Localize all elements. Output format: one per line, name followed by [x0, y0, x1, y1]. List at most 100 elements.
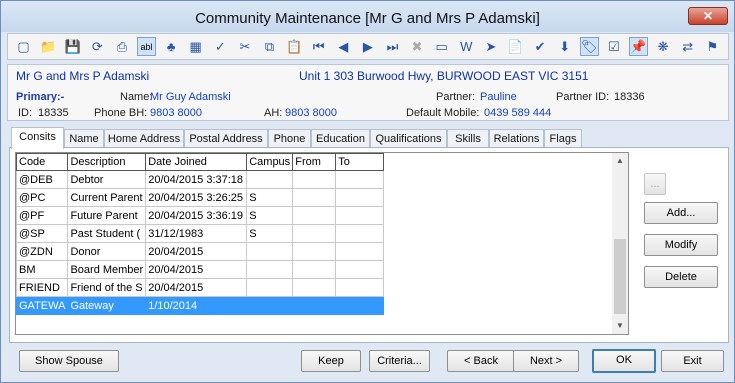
back-button[interactable]: < Back — [447, 350, 515, 372]
keep-button[interactable]: Keep — [301, 350, 361, 372]
tab-phone[interactable]: Phone — [268, 129, 311, 148]
tab-home-address[interactable]: Home Address — [104, 129, 184, 148]
last-record-icon[interactable]: ⏭ — [383, 37, 402, 56]
table-cell: Past Student ( — [67, 224, 147, 243]
forward-icon[interactable]: ➤ — [481, 37, 500, 56]
table-row[interactable]: @SP Past Student (31/12/1983 S — [16, 224, 385, 243]
tree-icon[interactable]: ♣ — [162, 37, 181, 56]
calculator-icon[interactable]: ▦ — [186, 37, 205, 56]
table-cell — [292, 170, 337, 189]
group-swap-icon[interactable]: ⇄ — [678, 37, 697, 56]
paste-icon[interactable]: 📋 — [285, 37, 304, 56]
table-row[interactable]: BM Board Member 20/04/2015 — [16, 260, 385, 279]
copy-icon[interactable]: ⧉ — [260, 37, 279, 56]
table-cell — [292, 242, 337, 261]
contact-name: Mr G and Mrs P Adamski — [16, 69, 150, 83]
tab-consits[interactable]: Consits — [11, 127, 64, 149]
scroll-thumb[interactable] — [614, 239, 626, 314]
table-row[interactable]: @ZDN Donor 20/04/2015 — [16, 242, 385, 261]
tab-education[interactable]: Education — [311, 129, 370, 148]
table-row[interactable]: FRIEND Friend of the S 20/04/2015 — [16, 278, 385, 297]
scroll-down-icon[interactable]: ▼ — [612, 318, 628, 334]
exit-button[interactable]: Exit — [661, 350, 724, 372]
ellipsis-button[interactable]: ... — [644, 173, 666, 195]
toolbar: ▢ 📁 💾 ⟳ ⎙ abl ♣ ▦ ✓ ✂ ⧉ 📋 ⏮ ◀ ▶ ⏭ ✖ ▭ W ➤ 📄 ✔ ⬇ 🏷 ☑ 📌 ❋ ⇄ ⚑ — [7, 33, 729, 60]
table-row[interactable]: @PF Future Parent 20/04/2015 3:36:19 S — [16, 206, 385, 225]
table-cell — [335, 296, 385, 315]
table-cell — [335, 188, 385, 207]
vertical-scrollbar[interactable]: ▲ ▼ — [612, 153, 628, 334]
previous-record-icon[interactable]: ◀ — [334, 37, 353, 56]
table-row[interactable]: GATEWA Gateway 1/10/2014 — [16, 296, 385, 315]
table-cell — [335, 206, 385, 225]
ah-label: AH: — [264, 107, 283, 119]
table-cell: 20/04/2015 — [145, 260, 248, 279]
table-cell — [292, 296, 337, 315]
table-cell: BM — [16, 260, 69, 279]
spellcheck-icon[interactable]: ✓ — [211, 37, 230, 56]
default-mobile-label: Default Mobile: — [406, 107, 480, 119]
name-value: Mr Guy Adamski — [150, 91, 231, 103]
word-document-icon[interactable]: W — [457, 37, 476, 56]
criteria-button[interactable]: Criteria... — [369, 350, 430, 372]
save-icon[interactable]: 💾 — [63, 37, 82, 56]
scroll-up-icon[interactable]: ▲ — [612, 153, 628, 169]
table-row[interactable]: @DEB Debtor 20/04/2015 3:37:18 — [16, 170, 385, 189]
add-button[interactable]: Add... — [644, 202, 718, 224]
next-record-icon[interactable]: ▶ — [358, 37, 377, 56]
table-cell — [246, 296, 294, 315]
phone-bh-value: 9803 8000 — [150, 107, 202, 119]
tab-relations[interactable]: Relations — [489, 129, 544, 148]
table-cell: Donor — [67, 242, 147, 261]
print-icon[interactable]: ⎙ — [112, 37, 131, 56]
table-cell: 1/10/2014 — [145, 296, 248, 315]
card-icon[interactable]: ▭ — [432, 37, 451, 56]
tab-flags[interactable]: Flags — [544, 129, 582, 148]
new-icon[interactable]: ▢ — [14, 37, 33, 56]
table-cell — [335, 278, 385, 297]
delete-button[interactable]: Delete — [644, 266, 718, 288]
show-spouse-button[interactable]: Show Spouse — [19, 350, 119, 372]
column-header-code[interactable]: Code — [16, 153, 69, 171]
table-cell: Current Parent — [67, 188, 147, 207]
pin-icon[interactable]: 📌 — [629, 37, 648, 56]
table-cell: Friend of the S — [67, 278, 147, 297]
cut-icon[interactable]: ✂ — [235, 37, 254, 56]
tab-postal-address[interactable]: Postal Address — [184, 129, 268, 148]
table-cell — [292, 188, 337, 207]
table-cell: Debtor — [67, 170, 147, 189]
tag-icon[interactable]: 🏷 — [579, 37, 599, 56]
contact-address: Unit 1 303 Burwood Hwy, BURWOOD EAST VIC… — [299, 69, 589, 83]
abl-icon[interactable]: abl — [137, 37, 156, 56]
tab-qualifications[interactable]: Qualifications — [370, 129, 447, 148]
stamp-icon[interactable]: ✔ — [531, 37, 550, 56]
refresh-icon[interactable]: ⟳ — [88, 37, 107, 56]
group-icon[interactable]: ❋ — [654, 37, 673, 56]
download-icon[interactable]: ⬇ — [555, 37, 574, 56]
open-folder-icon[interactable]: 📁 — [39, 37, 58, 56]
checklist-icon[interactable]: ☑ — [604, 37, 623, 56]
tab-name[interactable]: Name — [64, 129, 104, 148]
consits-panel: Code Description Date Joined Campus From To @… — [9, 147, 729, 343]
table-row[interactable]: @PC Current Parent 20/04/2015 3:26:25 S — [16, 188, 385, 207]
column-header-to[interactable]: To — [335, 153, 385, 171]
consits-grid: Code Description Date Joined Campus From To @… — [15, 152, 629, 335]
flag-icon[interactable]: ⚑ — [703, 37, 722, 56]
close-window-button[interactable]: ✕ — [688, 7, 728, 25]
column-header-description[interactable]: Description — [67, 153, 147, 171]
column-header-from[interactable]: From — [292, 153, 337, 171]
consits-table: Code Description Date Joined Campus From To @… — [16, 153, 385, 315]
column-header-campus[interactable]: Campus — [246, 153, 294, 171]
table-cell — [292, 278, 337, 297]
column-header-date-joined[interactable]: Date Joined — [145, 153, 248, 171]
next-button[interactable]: Next > — [513, 350, 579, 372]
modify-button[interactable]: Modify — [644, 234, 718, 256]
tab-skills[interactable]: Skills — [447, 129, 489, 148]
clipboard-icon[interactable]: 📄 — [506, 37, 525, 56]
delete-icon[interactable]: ✖ — [408, 37, 427, 56]
table-cell — [335, 170, 385, 189]
table-cell: @SP — [16, 224, 69, 243]
first-record-icon[interactable]: ⏮ — [309, 37, 328, 56]
table-cell: Board Member — [67, 260, 147, 279]
ok-button[interactable]: OK — [592, 349, 656, 373]
